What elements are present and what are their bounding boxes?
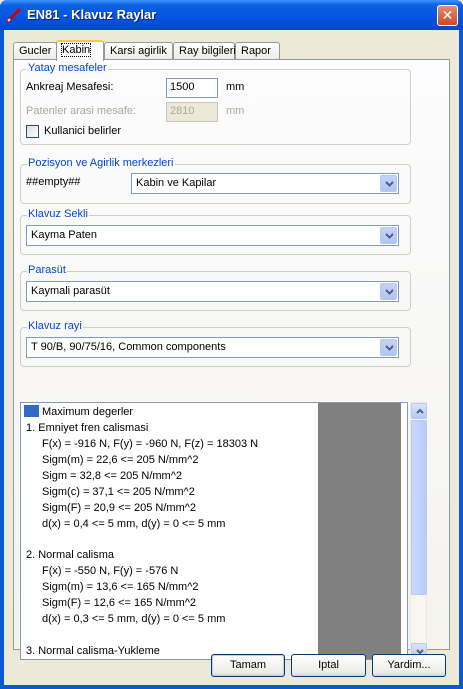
title-bar[interactable]: EN81 - Klavuz Raylar ✕ (0, 0, 463, 30)
list-item: Sigm(m) = 13,6 <= 165 N/mm^2 (42, 581, 199, 593)
results-header: Maximum degerler (42, 406, 134, 418)
dialog-client: Gucler Kabin Karsi agirlik Ray bilgileri… (4, 30, 459, 685)
paten-input[interactable]: 2810 (166, 102, 218, 122)
scroll-thumb[interactable] (411, 420, 427, 595)
results-scrollbar[interactable] (410, 402, 427, 660)
pozisyon-label: ##empty## (26, 176, 81, 188)
list-item: 2. Normal calisma (26, 549, 115, 561)
group-pozisyon: Pozisyon ve Agirlik merkezleri ##empty##… (20, 157, 411, 204)
tab-label: Rapor (241, 45, 271, 57)
parasut-value: Kaymali parasüt (31, 285, 110, 297)
klavuz-rayi-select[interactable]: T 90/B, 90/75/16, Common components (26, 337, 399, 358)
group-legend: Pozisyon ve Agirlik merkezleri (27, 157, 175, 169)
tab-label: Gucler (19, 45, 52, 57)
tab-gucler[interactable]: Gucler (13, 42, 57, 60)
help-button[interactable]: Yardim... (372, 654, 446, 677)
list-item: Sigm(m) = 22,6 <= 205 N/mm^2 (42, 454, 199, 466)
group-klavuz-sekli: Klavuz Sekli Kayma Paten (20, 208, 411, 255)
pozisyon-select[interactable]: Kabin ve Kapilar (131, 173, 399, 194)
paten-unit: mm (226, 105, 245, 117)
list-item: d(x) = 0,3 <= 5 mm, d(y) = 0 <= 5 mm (42, 613, 226, 625)
list-item: d(x) = 0,4 <= 5 mm, d(y) = 0 <= 5 mm (42, 518, 226, 530)
list-item: 3. Normal calisma-Yukleme (26, 645, 160, 657)
ankreaj-unit: mm (226, 81, 245, 93)
header-marker-icon (24, 405, 39, 417)
tab-kabin[interactable]: Kabin (56, 40, 104, 61)
chevron-down-icon[interactable] (380, 339, 397, 356)
dialog-window: EN81 - Klavuz Raylar ✕ Gucler Kabin Kars… (0, 0, 463, 689)
cancel-button[interactable]: Iptal (291, 654, 366, 677)
kullanici-label[interactable]: Kullanici belirler (44, 125, 121, 137)
ok-button[interactable]: Tamam (211, 654, 285, 677)
list-item: Sigm(F) = 12,6 <= 165 N/mm^2 (42, 597, 197, 609)
klavuz-rayi-value: T 90/B, 90/75/16, Common components (31, 341, 226, 353)
tab-ray-bilgileri[interactable]: Ray bilgileri (173, 42, 236, 60)
results-gray-column (318, 403, 401, 659)
list-item: 1. Emniyet fren calismasi (26, 422, 149, 434)
tab-karsi-agirlik[interactable]: Karsi agirlik (104, 42, 173, 60)
chevron-up-icon (416, 409, 424, 414)
list-item: F(x) = -916 N, F(y) = -960 N, F(z) = 183… (42, 438, 259, 450)
klavuz-sekli-value: Kayma Paten (31, 229, 98, 241)
tab-label: Karsi agirlik (110, 45, 167, 57)
tab-rapor[interactable]: Rapor (235, 42, 280, 60)
tab-label: Ray bilgileri (179, 45, 236, 57)
list-item: Sigm = 32,8 <= 205 N/mm^2 (42, 470, 182, 482)
group-legend: Yatay mesafeler (27, 62, 108, 74)
tab-label: Kabin (60, 43, 92, 57)
paten-label: Patenler arasi mesafe: (26, 105, 137, 117)
scroll-up-button[interactable] (411, 403, 427, 419)
chevron-down-icon[interactable] (380, 283, 397, 300)
list-item: Sigm(F) = 20,9 <= 205 N/mm^2 (42, 502, 197, 514)
group-yatay-mesafeler: Yatay mesafeler Ankreaj Mesafesi: 1500 m… (20, 62, 411, 145)
chevron-down-icon[interactable] (380, 227, 397, 244)
group-klavuz-rayi: Klavuz rayi T 90/B, 90/75/16, Common com… (20, 320, 411, 367)
pencil-icon (6, 8, 21, 23)
list-item: F(x) = -550 N, F(y) = -576 N (42, 565, 179, 577)
close-button[interactable]: ✕ (437, 5, 458, 26)
results-list[interactable]: Maximum degerler 1. Emniyet fren calisma… (20, 402, 408, 660)
chevron-down-icon[interactable] (380, 175, 397, 192)
group-parasut: Parasüt Kaymali parasüt (20, 264, 411, 311)
group-legend: Klavuz Sekli (27, 208, 89, 220)
kullanici-checkbox[interactable] (26, 125, 39, 138)
parasut-select[interactable]: Kaymali parasüt (26, 281, 399, 302)
tab-panel-kabin: Yatay mesafeler Ankreaj Mesafesi: 1500 m… (13, 59, 450, 660)
window-title: EN81 - Klavuz Raylar (27, 7, 157, 22)
ankreaj-label: Ankreaj Mesafesi: (26, 81, 114, 93)
ankreaj-input[interactable]: 1500 (166, 78, 218, 98)
klavuz-sekli-select[interactable]: Kayma Paten (26, 225, 399, 246)
list-item: Sigm(c) = 37,1 <= 205 N/mm^2 (42, 486, 195, 498)
group-legend: Parasüt (27, 264, 67, 276)
pozisyon-value: Kabin ve Kapilar (136, 177, 217, 189)
group-legend: Klavuz rayi (27, 320, 83, 332)
